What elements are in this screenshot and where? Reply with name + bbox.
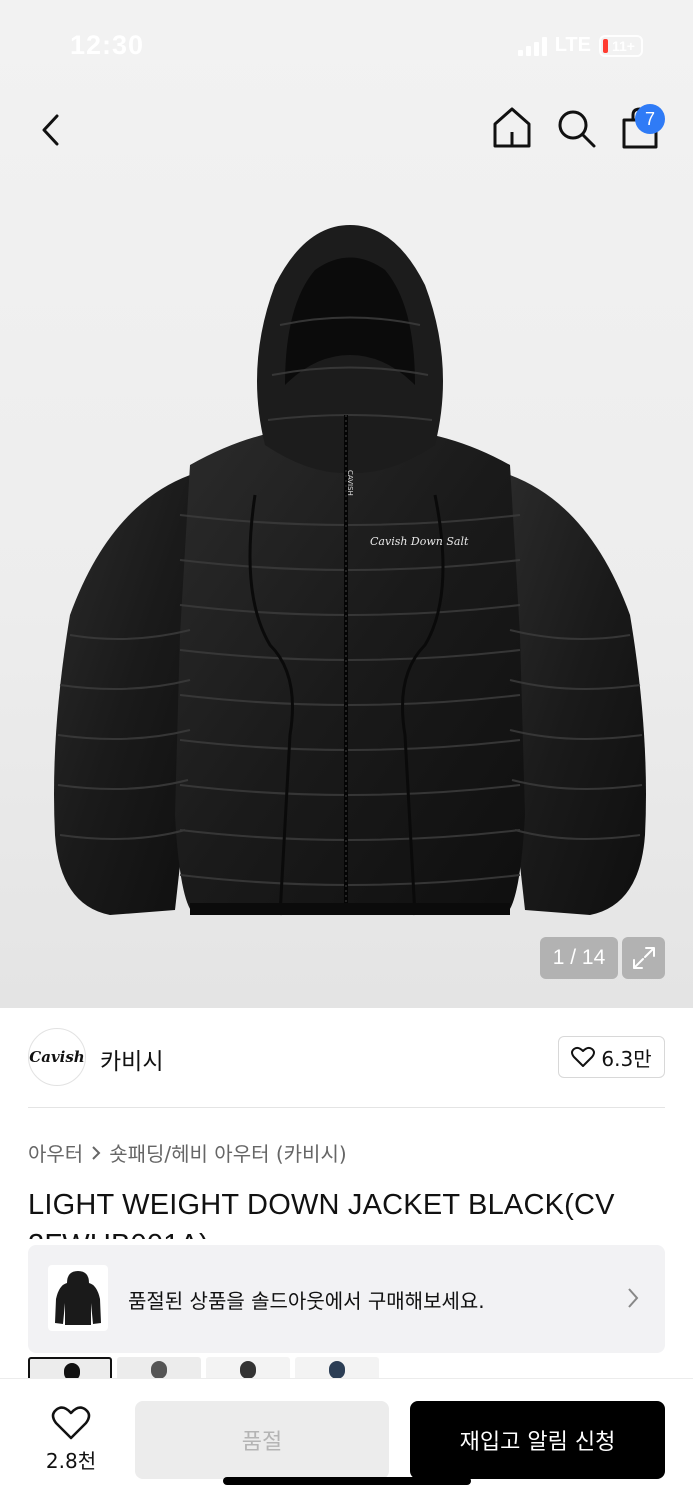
product-title: LIGHT WEIGHT DOWN JACKET BLACK(CV 2FWUB0… <box>28 1189 615 1239</box>
top-navigation <box>0 92 693 172</box>
wish-count: 2.8천 <box>45 1449 97 1473</box>
brand-name[interactable]: 카비시 <box>100 1042 163 1076</box>
signal-icon <box>517 36 547 56</box>
cart-count-badge: 7 <box>635 104 665 134</box>
brand-like-count: 6.3만 <box>601 1046 652 1071</box>
home-indicator <box>223 1477 471 1485</box>
heart-icon <box>571 1046 596 1067</box>
fullscreen-button[interactable] <box>622 937 665 979</box>
battery-level: 11+ <box>612 37 635 54</box>
battery-icon: 11+ <box>599 34 643 57</box>
soldout-banner-text: 품절된 상품을 솔드아웃에서 구매해보세요. <box>128 1289 485 1313</box>
chevron-right-icon <box>91 1145 101 1161</box>
home-icon <box>493 107 531 148</box>
product-title-container: LIGHT WEIGHT DOWN JACKET BLACK(CV 2FWUB0… <box>28 1185 668 1239</box>
bottom-action-bar: 2.8천 품절 재입고 알림 신청 <box>0 1378 693 1500</box>
breadcrumb-category[interactable]: 아우터 <box>28 1138 83 1167</box>
home-button[interactable] <box>490 104 534 152</box>
breadcrumb: 아우터 숏패딩/헤비 아우터 (카비시) <box>28 1138 347 1167</box>
status-indicators: LTE 11+ <box>517 34 643 57</box>
breadcrumb-subcategory[interactable]: 숏패딩/헤비 아우터 (카비시) <box>109 1138 346 1167</box>
soldout-banner[interactable]: 품절된 상품을 솔드아웃에서 구매해보세요. <box>28 1245 665 1353</box>
restock-alert-button[interactable]: 재입고 알림 신청 <box>410 1401 665 1479</box>
banner-product-thumbnail <box>48 1265 108 1331</box>
product-image-gallery[interactable]: 12:30 LTE 11+ 7 Cavish Down Salt CAVISH … <box>0 0 693 1008</box>
search-button[interactable] <box>554 106 598 150</box>
image-counter: 1 / 14 <box>540 937 618 979</box>
brand-like-button[interactable]: 6.3만 <box>558 1036 665 1078</box>
chest-print: Cavish Down Salt <box>370 535 469 548</box>
expand-icon <box>632 947 655 969</box>
zipper-logo: CAVISH <box>346 470 354 496</box>
heart-icon[interactable] <box>51 1405 91 1441</box>
chevron-left-icon <box>42 114 59 146</box>
status-time: 12:30 <box>70 30 145 60</box>
back-button[interactable] <box>30 107 70 153</box>
product-image[interactable]: Cavish Down Salt CAVISH <box>40 215 660 935</box>
search-icon <box>558 110 596 148</box>
soldout-button: 품절 <box>135 1401 389 1479</box>
chevron-right-icon <box>627 1287 639 1313</box>
status-bar: 12:30 LTE 11+ <box>0 0 693 92</box>
brand-row: Cavish 카비시 6.3만 <box>28 1028 665 1088</box>
brand-logo[interactable]: Cavish <box>28 1028 86 1086</box>
divider <box>28 1107 665 1108</box>
network-label: LTE <box>554 34 591 56</box>
